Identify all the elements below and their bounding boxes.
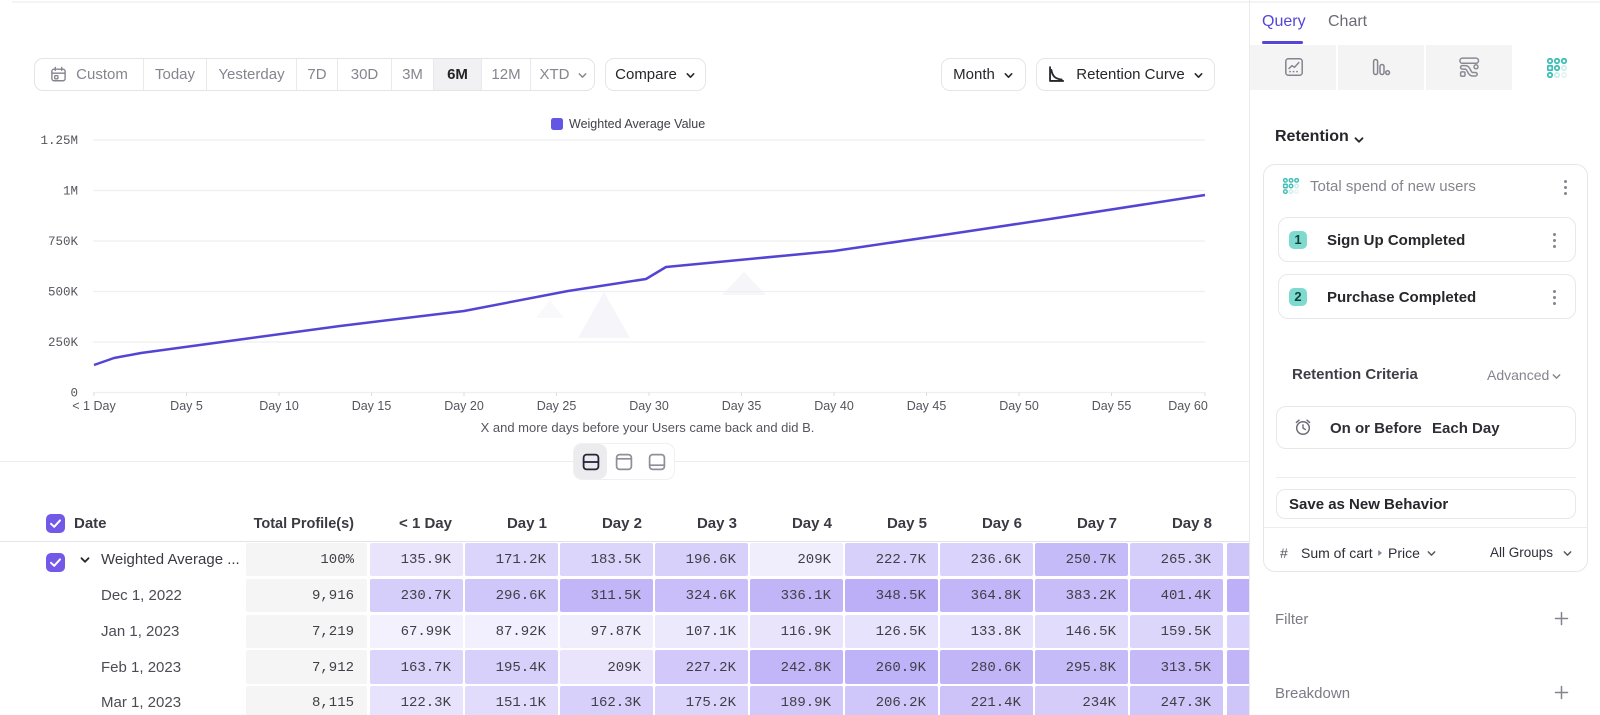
svg-text:Day 60: Day 60: [1168, 399, 1208, 413]
svg-text:Day 50: Day 50: [999, 399, 1039, 413]
svg-text:Day 55: Day 55: [1092, 399, 1132, 413]
svg-text:500K: 500K: [48, 286, 79, 300]
svg-text:250K: 250K: [48, 336, 79, 350]
svg-text:1.25M: 1.25M: [40, 134, 78, 148]
svg-text:1M: 1M: [63, 185, 78, 199]
svg-text:Day 5: Day 5: [170, 399, 203, 413]
svg-text:Day 40: Day 40: [814, 399, 854, 413]
svg-text:< 1 Day: < 1 Day: [72, 399, 116, 413]
svg-text:Day 30: Day 30: [629, 399, 669, 413]
svg-text:Day 35: Day 35: [722, 399, 762, 413]
svg-text:Day 45: Day 45: [907, 399, 947, 413]
svg-text:Day 15: Day 15: [352, 399, 392, 413]
svg-text:Day 25: Day 25: [537, 399, 577, 413]
svg-text:Day 10: Day 10: [259, 399, 299, 413]
svg-text:750K: 750K: [48, 235, 79, 249]
svg-text:Day 20: Day 20: [444, 399, 484, 413]
